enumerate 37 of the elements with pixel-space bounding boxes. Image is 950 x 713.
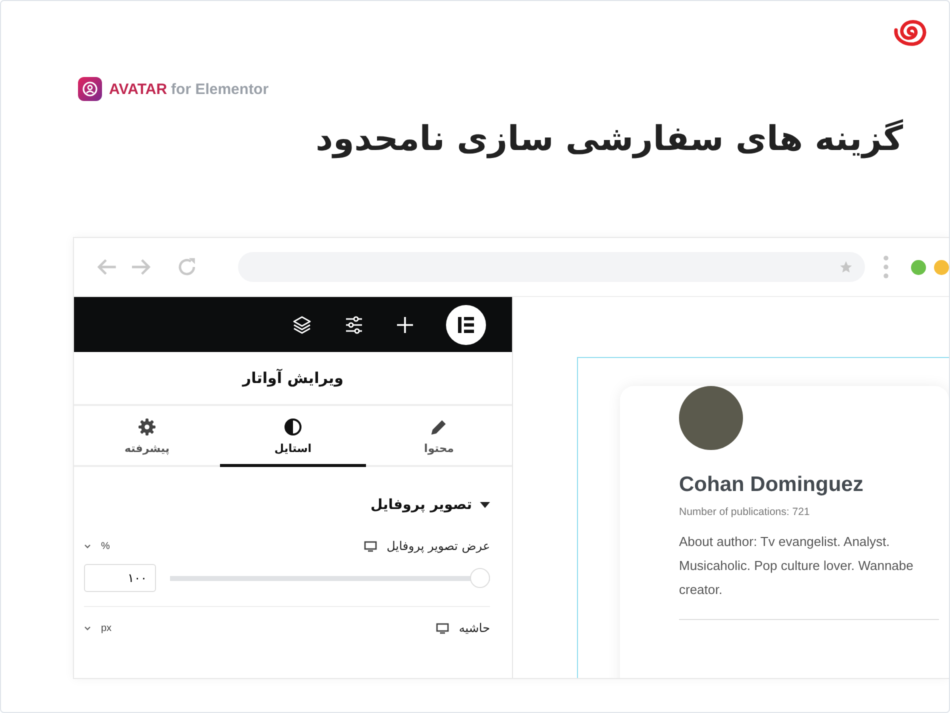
forward-arrow-icon[interactable] — [130, 257, 152, 277]
author-bio: About author: Tv evangelist. Analyst. Musicaholic. Pop culture lover. Wannabe creator. — [679, 533, 914, 599]
menu-icon[interactable] — [883, 255, 889, 279]
back-arrow-icon[interactable] — [96, 257, 118, 277]
pencil-icon — [430, 418, 448, 436]
layers-icon[interactable] — [292, 314, 312, 334]
number-input[interactable]: ۱۰۰ — [84, 564, 156, 592]
sliders-icon[interactable] — [344, 314, 364, 334]
control-label: حاشیه — [458, 621, 490, 635]
window-dot[interactable] — [934, 260, 949, 274]
gear-icon — [138, 418, 156, 436]
plus-icon[interactable] — [396, 316, 414, 334]
publication-count: Number of publications: 721 — [679, 506, 811, 518]
caret-icon[interactable] — [480, 502, 490, 508]
chevron-down-icon[interactable] — [84, 544, 91, 548]
star-icon[interactable] — [839, 260, 854, 274]
brand-name: AVATAR — [109, 80, 168, 98]
monitor-icon[interactable] — [364, 540, 377, 552]
slider-thumb[interactable] — [470, 568, 490, 588]
panel-tab[interactable]: استایل — [220, 406, 366, 467]
brand-suffix: for Elementor — [171, 80, 269, 98]
reload-icon[interactable] — [176, 256, 198, 278]
headline: گزینه های سفارشی سازی نامحدود — [314, 119, 903, 159]
avatar-logo-icon — [78, 77, 102, 101]
unit-selector[interactable]: px — [101, 622, 112, 634]
monitor-icon[interactable] — [436, 622, 449, 634]
elementor-logo-icon[interactable] — [446, 304, 486, 344]
control-label: عرض تصویر پروفایل — [386, 539, 490, 553]
unit-selector[interactable]: % — [101, 540, 110, 552]
chevron-down-icon[interactable] — [84, 626, 91, 630]
author-name: Cohan Dominguez — [679, 473, 864, 497]
contrast-icon — [284, 418, 302, 436]
panel-tab[interactable]: پیشرفته — [74, 406, 220, 467]
panel-title: ویرایش آواتار — [74, 352, 512, 406]
panel-tab[interactable]: محتوا — [366, 406, 512, 467]
window-dot[interactable] — [911, 260, 926, 274]
section-title[interactable]: تصویر پروفایل — [370, 497, 472, 513]
